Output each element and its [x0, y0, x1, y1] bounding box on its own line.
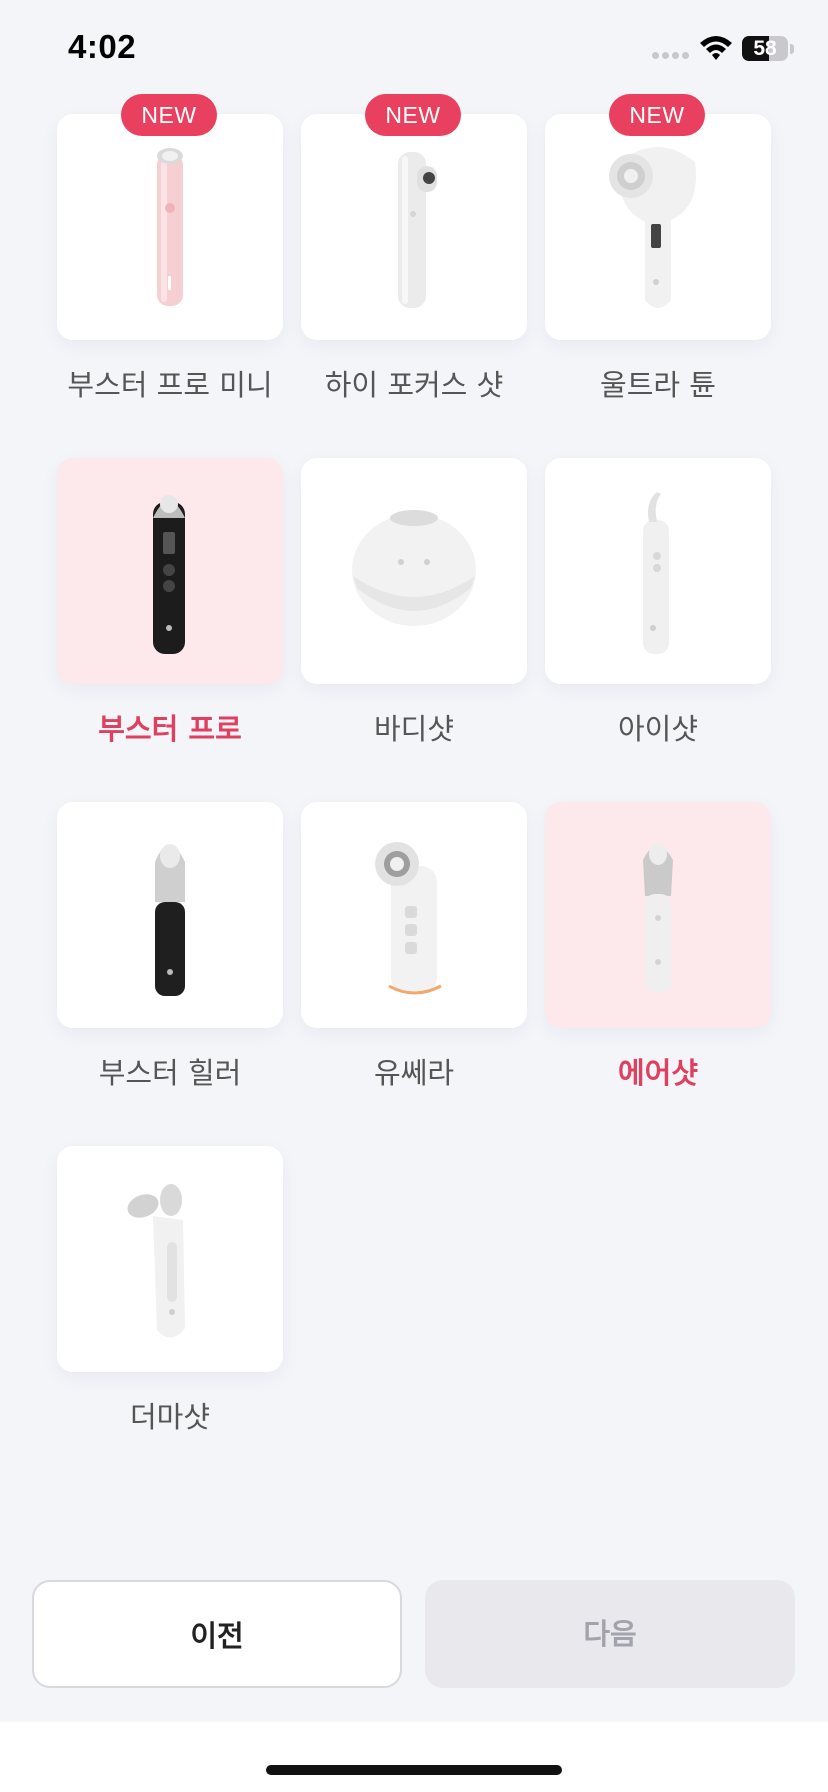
next-button[interactable]: 다음 [425, 1580, 795, 1688]
air-shot-device-icon [643, 843, 673, 992]
product-card[interactable] [57, 802, 283, 1028]
wifi-icon [700, 36, 732, 60]
product-label: 에어샷 [617, 1056, 699, 1090]
product-card[interactable] [301, 458, 527, 684]
battery-percentage: 58 [753, 37, 777, 60]
home-indicator [266, 1765, 562, 1775]
product-card[interactable] [57, 458, 283, 684]
product-card[interactable] [57, 1146, 283, 1372]
usera-device-icon [375, 842, 442, 995]
eye-shot-device-icon [643, 492, 669, 654]
bottom-safe-area [0, 1722, 828, 1792]
product-card[interactable] [545, 114, 771, 340]
product-label: 더마샷 [129, 1400, 211, 1434]
body-shot-device-icon [352, 510, 476, 626]
product-label: 아이샷 [617, 712, 699, 746]
battery-cap [790, 44, 794, 54]
product-card[interactable] [57, 114, 283, 340]
product-card[interactable] [301, 802, 527, 1028]
booster-pro-device-icon [153, 495, 185, 654]
product-card[interactable] [545, 458, 771, 684]
booster-pro-mini-device-icon [157, 148, 183, 306]
battery-icon: 58 [742, 36, 788, 61]
booster-healer-device-icon [155, 844, 185, 996]
product-card[interactable] [545, 802, 771, 1028]
new-badge: NEW [365, 94, 461, 136]
prev-button[interactable]: 이전 [32, 1580, 402, 1688]
product-card[interactable] [301, 114, 527, 340]
high-focus-shot-device-icon [398, 152, 437, 308]
new-badge: NEW [609, 94, 705, 136]
cellular-signal-icon [652, 52, 690, 60]
status-bar: 4:02 58 [0, 0, 828, 100]
ultra-tune-device-icon [609, 147, 696, 308]
derma-shot-device-icon [127, 1184, 185, 1338]
new-badge: NEW [121, 94, 217, 136]
status-time: 4:02 [68, 28, 137, 65]
product-label: 울트라 튠 [600, 368, 716, 402]
